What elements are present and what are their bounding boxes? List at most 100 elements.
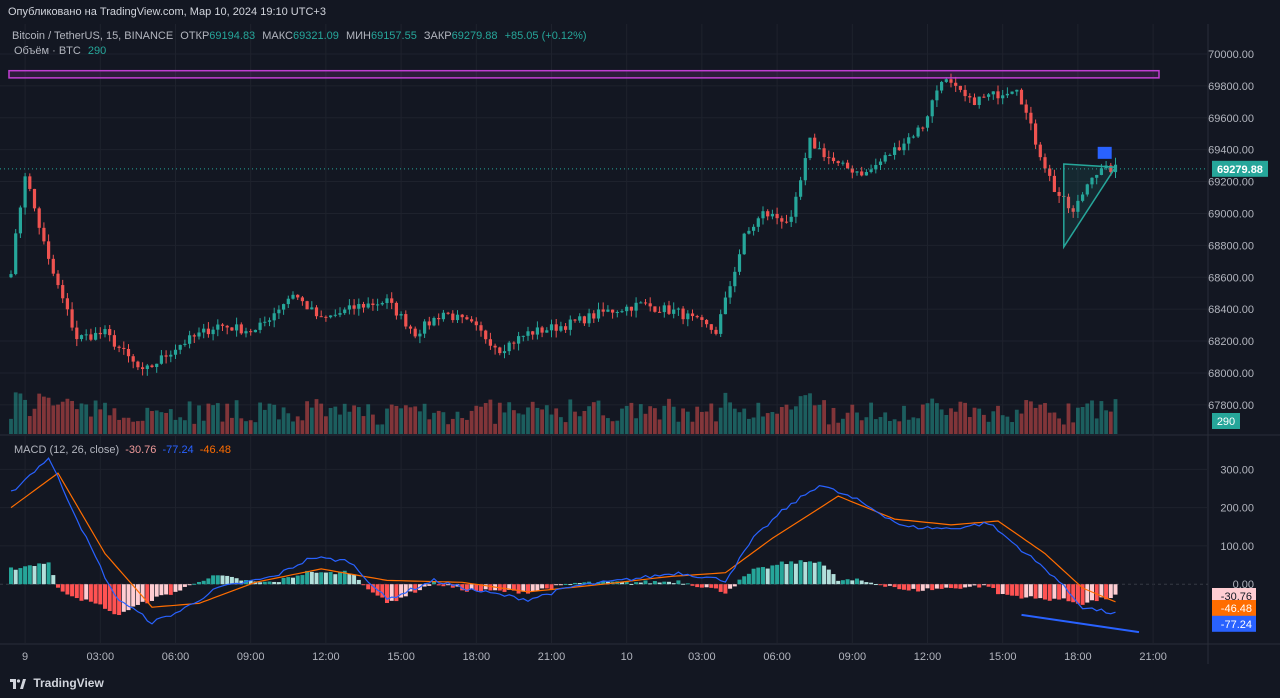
- candle-body: [676, 308, 680, 310]
- macd-histogram-bar: [667, 581, 671, 585]
- volume-bar: [526, 407, 530, 434]
- price-tick-label: 68200.00: [1208, 336, 1254, 348]
- candle-body: [418, 333, 422, 337]
- candle-body: [329, 315, 333, 318]
- candle-body: [827, 157, 831, 159]
- volume-bar: [267, 403, 272, 434]
- candle-body: [907, 137, 911, 144]
- candle-body: [465, 317, 469, 320]
- candle-body: [789, 216, 793, 222]
- volume-bar: [394, 405, 399, 434]
- candle-body: [441, 312, 445, 320]
- macd-histogram-bar: [41, 563, 46, 585]
- volume-bar: [305, 401, 309, 434]
- candle-body: [592, 313, 596, 319]
- volume-bar: [723, 392, 728, 434]
- candle-body: [159, 355, 163, 364]
- candle-body: [286, 298, 290, 305]
- time-tick-label: 15:00: [387, 651, 415, 663]
- volume-bar: [319, 403, 324, 434]
- candle-body: [935, 90, 939, 101]
- macd-tick-label: 300.00: [1220, 464, 1254, 476]
- volume-bar: [436, 410, 441, 434]
- macd-value-badge-text: -77.24: [1221, 619, 1252, 631]
- volume-bar: [765, 413, 770, 434]
- volume-bar: [136, 421, 140, 434]
- macd-histogram-bar: [305, 570, 310, 585]
- candle-body: [578, 316, 582, 321]
- candle-body: [413, 328, 417, 337]
- volume-bar: [1099, 401, 1104, 434]
- macd-histogram-bar: [488, 584, 493, 591]
- volume-bar: [89, 416, 93, 434]
- price-tick-label: 69400.00: [1208, 145, 1254, 157]
- volume-bar: [944, 414, 949, 434]
- macd-histogram-bar: [911, 584, 916, 589]
- macd-line-value: -77.24: [162, 444, 194, 456]
- macd-histogram-bar: [1014, 584, 1019, 596]
- macd-histogram-bar: [27, 565, 32, 585]
- change-value: +85.05 (+0.12%): [504, 30, 587, 42]
- volume-bar: [554, 408, 559, 434]
- chart-area[interactable]: 70000.00 69800.00 69600.00 69400.00 69200.00…: [0, 24, 1280, 674]
- volume-bar: [338, 414, 342, 434]
- macd-histogram-bar: [944, 584, 949, 588]
- candle-body: [507, 342, 511, 352]
- candle-body: [239, 324, 243, 334]
- macd-value-badge-text: -46.48: [1221, 603, 1252, 615]
- volume-bar: [690, 421, 695, 434]
- macd-histogram-bar: [751, 568, 756, 585]
- volume-bar: [996, 405, 1000, 434]
- volume-bar: [873, 419, 878, 434]
- macd-histogram-bar: [1113, 584, 1118, 595]
- candle-body: [37, 208, 41, 228]
- macd-histogram-bar: [135, 584, 140, 605]
- volume-bar: [483, 403, 488, 434]
- candle-body: [498, 347, 502, 354]
- volume-bar: [455, 411, 460, 434]
- macd-histogram-bar: [366, 584, 371, 590]
- candle-body: [371, 303, 375, 306]
- volume-bar: [352, 405, 356, 434]
- volume-bar: [836, 422, 841, 434]
- chart-canvas[interactable]: 70000.00 69800.00 69600.00 69400.00 69200.00…: [0, 24, 1280, 674]
- macd-histogram-bar: [300, 575, 305, 585]
- candle-body: [220, 324, 225, 326]
- macd-histogram-bar: [295, 575, 300, 585]
- volume-bar: [13, 392, 18, 434]
- candle-body: [437, 317, 441, 320]
- volume-bar: [747, 418, 751, 434]
- volume-bar: [1080, 406, 1085, 434]
- candle-body: [888, 154, 892, 156]
- candle-body: [549, 324, 554, 331]
- macd-line: [10, 457, 1116, 625]
- volume-bar: [206, 403, 211, 434]
- macd-histogram-bar: [98, 584, 103, 605]
- volume-bar: [982, 414, 986, 434]
- candle-body: [211, 329, 215, 335]
- volume-bar: [935, 403, 939, 434]
- candle-body: [108, 329, 112, 336]
- macd-histogram-bar: [192, 583, 197, 585]
- volume-bar: [248, 420, 253, 434]
- candle-body: [338, 313, 342, 315]
- price-tick-label: 69000.00: [1208, 208, 1254, 220]
- candle-body: [258, 322, 262, 330]
- candle-body: [554, 324, 558, 331]
- macd-histogram-bar: [817, 561, 822, 585]
- candle-body: [89, 334, 93, 340]
- volume-bar: [591, 402, 596, 434]
- volume-bar: [911, 417, 916, 434]
- volume-bar: [1104, 410, 1108, 434]
- macd-histogram-bar: [309, 571, 314, 585]
- macd-histogram-bar: [775, 564, 780, 585]
- volume-bar: [126, 417, 131, 434]
- candle-body: [775, 213, 779, 219]
- volume-bar: [427, 419, 432, 434]
- macd-histogram-bar: [276, 582, 281, 585]
- volume-bar: [488, 399, 493, 434]
- candle-body: [502, 351, 507, 354]
- volume-bar: [187, 401, 192, 434]
- volume-bar: [906, 419, 911, 434]
- grid-layer: [0, 24, 1208, 644]
